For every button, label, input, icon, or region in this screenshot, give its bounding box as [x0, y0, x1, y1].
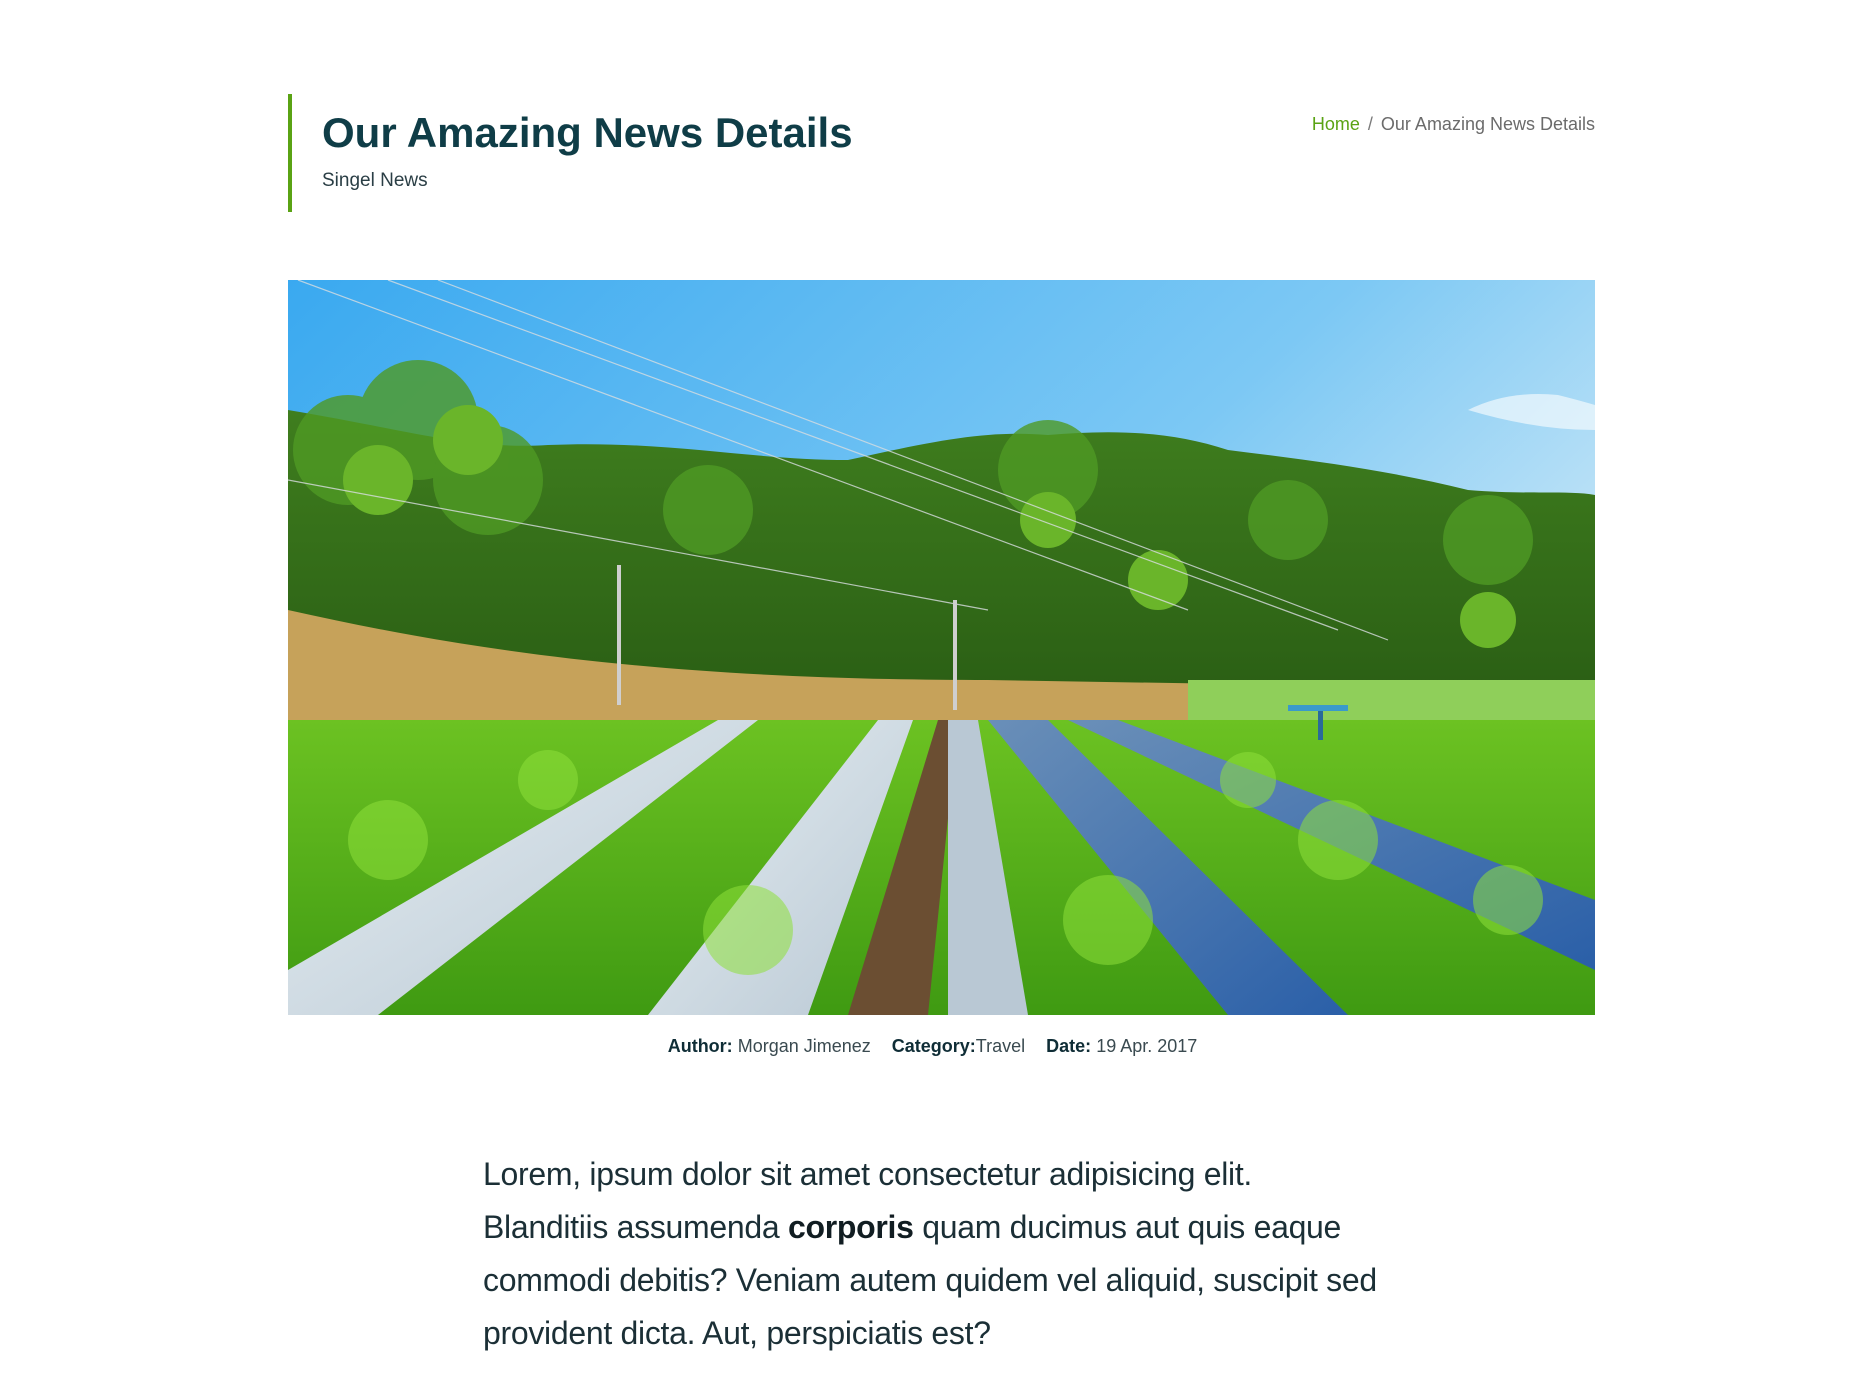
- header-accent-bar: [288, 94, 292, 212]
- page-title: Our Amazing News Details: [322, 109, 853, 156]
- breadcrumb-home-link[interactable]: Home: [1312, 114, 1360, 134]
- date-value: 19 Apr. 2017: [1096, 1036, 1198, 1056]
- page-subtitle: Singel News: [322, 170, 428, 191]
- article-meta: Author: Morgan Jimenez Category:Travel D…: [0, 1036, 1865, 1057]
- breadcrumb-separator: /: [1367, 114, 1373, 134]
- hero-image: [288, 280, 1595, 1015]
- article-bold-text: corporis: [787, 1209, 914, 1245]
- meta-category: Category:Travel: [891, 1036, 1026, 1056]
- category-name: Travel: [975, 1036, 1026, 1056]
- author-name: Morgan Jimenez: [737, 1036, 871, 1056]
- breadcrumb-current: Our Amazing News Details: [1380, 114, 1595, 134]
- page-header: Our Amazing News Details Singel News Hom…: [288, 94, 1595, 212]
- meta-date: Date: 19 Apr. 2017: [1046, 1036, 1198, 1056]
- article-body: Lorem, ipsum dolor sit amet consectetur …: [483, 1156, 1377, 1351]
- breadcrumb: Home / Our Amazing News Details: [1312, 114, 1595, 135]
- meta-author: Author: Morgan Jimenez: [667, 1036, 871, 1056]
